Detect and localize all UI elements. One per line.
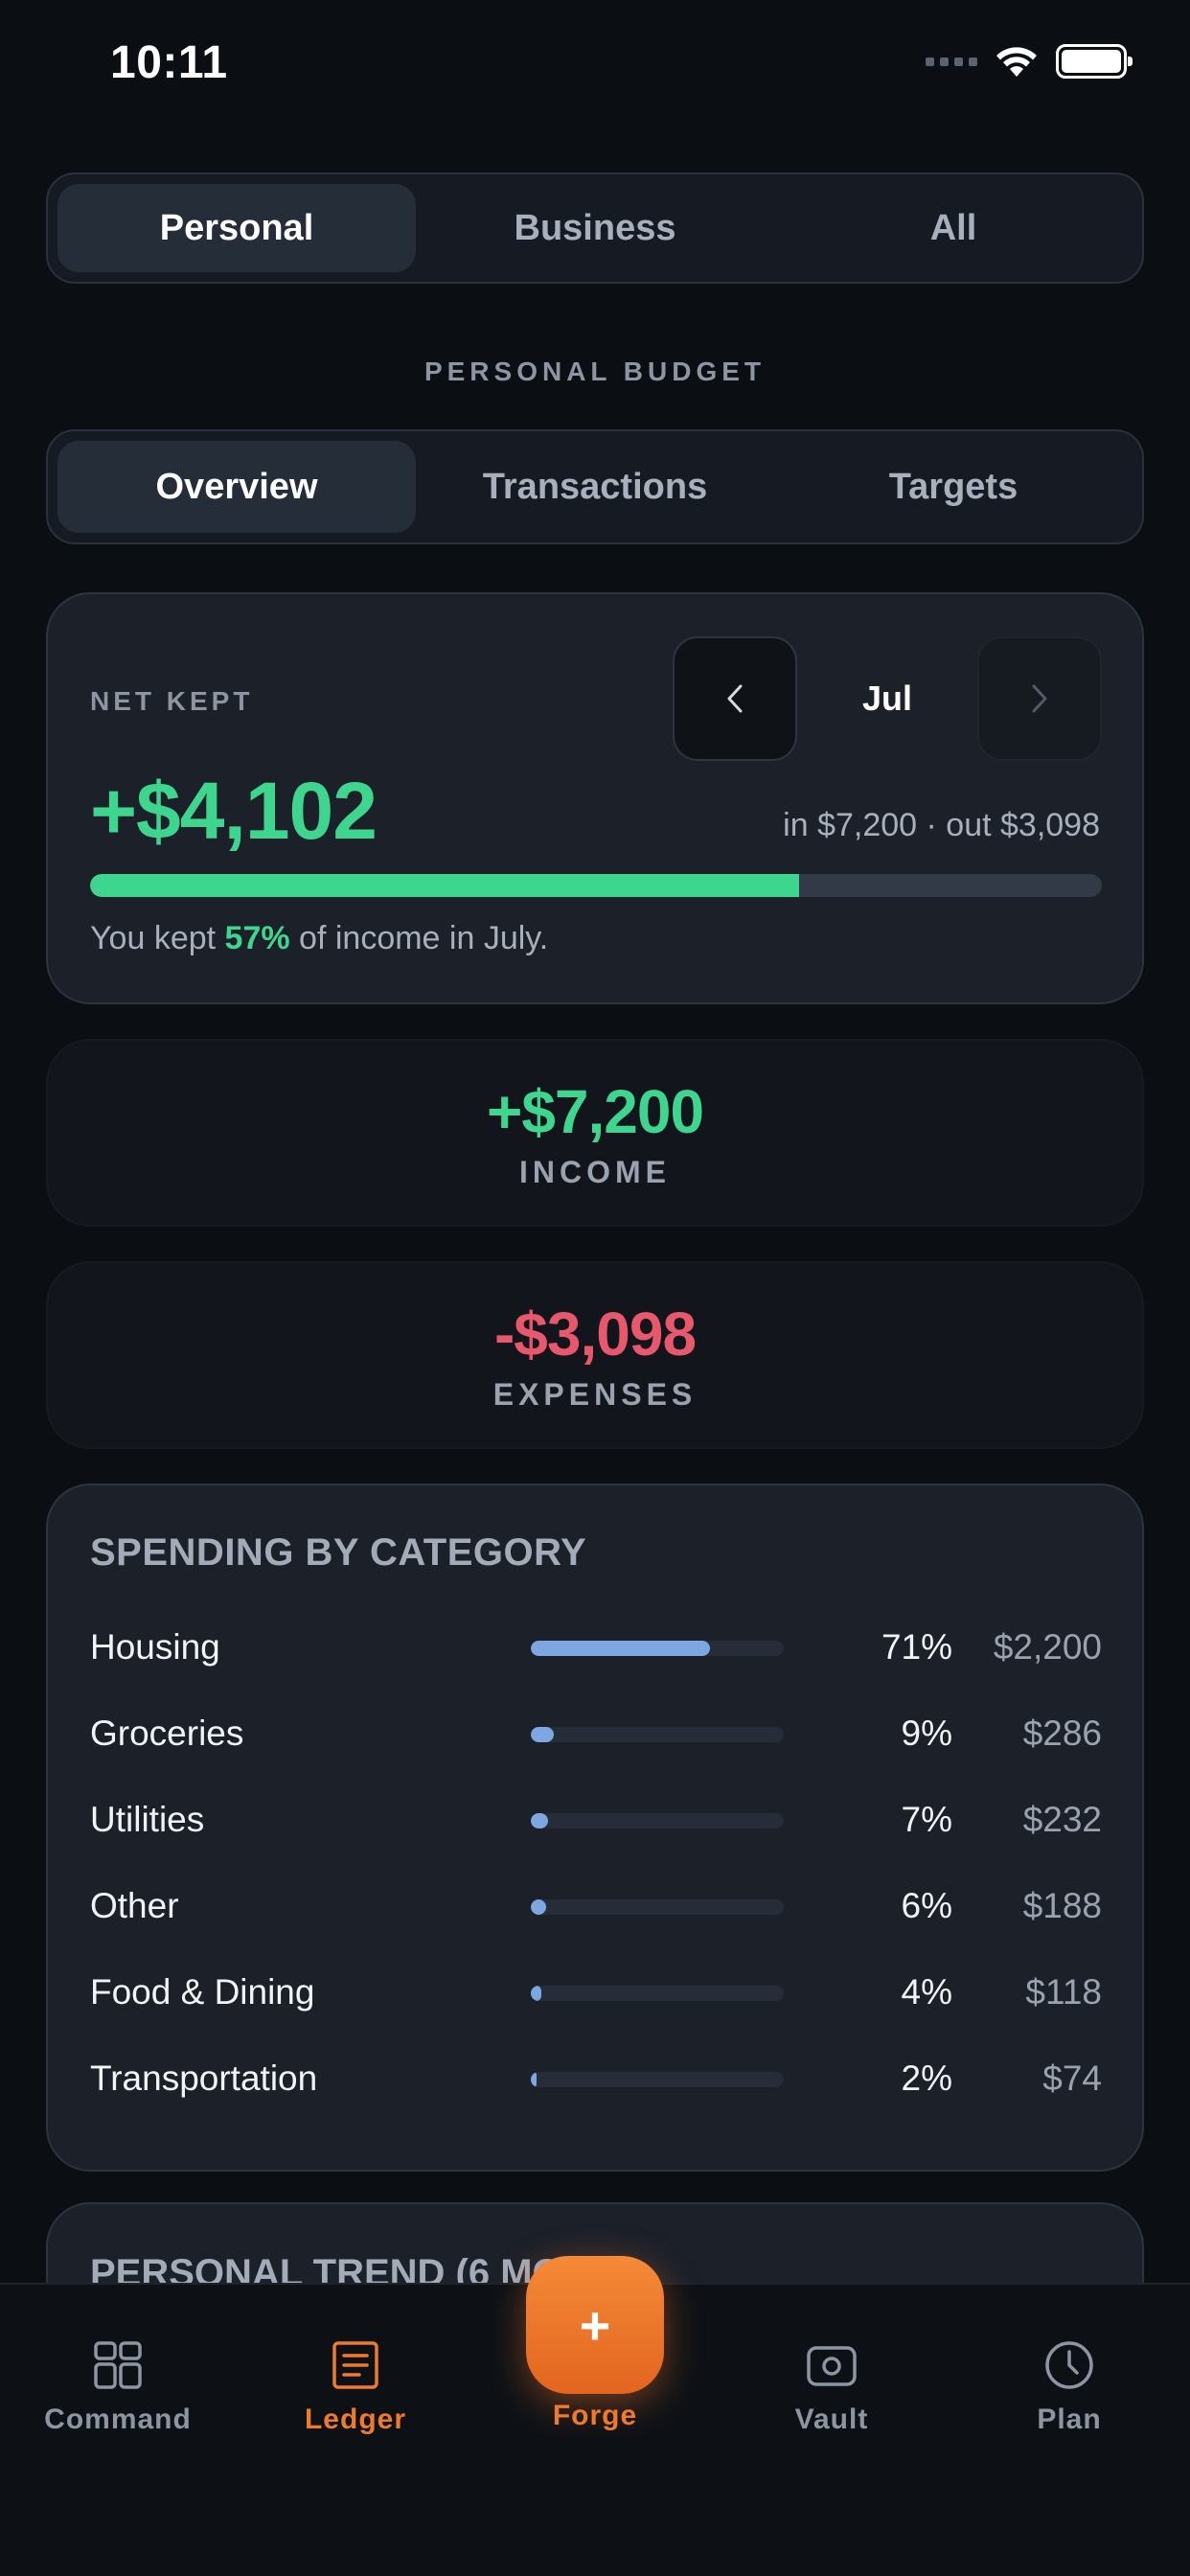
forge-label: Forge [552,2400,638,2431]
kept-progress-fill [90,874,800,897]
category-percent: 71% [881,1627,952,1667]
category-bar-fill [531,1899,546,1915]
net-in-out: in $7,200 · out $3,098 [783,807,1100,843]
status-time: 10:11 [110,37,228,88]
status-bar: 10:11 [0,0,1190,134]
next-month-button[interactable] [977,636,1102,761]
category-amount: $2,200 [993,1627,1102,1667]
tab-ledger[interactable]: Ledger [260,2338,451,2436]
expenses-card[interactable]: -$3,098 EXPENSES [46,1261,1144,1449]
category-percent: 4% [901,1972,952,2012]
section-label: PERSONAL BUDGET [423,356,767,386]
caption-suffix: of income in July. [289,920,549,956]
category-bar [531,1899,784,1915]
forge-button[interactable]: + [526,2256,664,2394]
expenses-value: -$3,098 [493,1299,697,1368]
prev-month-button[interactable] [673,636,797,761]
category-name: Food & Dining [90,1972,315,2012]
category-amount: $188 [1022,1886,1102,1925]
category-bar-fill [531,1727,554,1742]
clock-icon [1045,2341,1093,2389]
tab-business[interactable]: Business [416,184,774,272]
plus-icon: + [579,2294,611,2356]
category-amount: $118 [1025,1972,1102,2012]
spending-title: SPENDING BY CATEGORY [90,1531,587,1574]
category-bar [531,1986,784,2001]
view-segmented-control: Overview Transactions Targets [46,429,1144,544]
category-percent: 2% [901,2058,952,2098]
category-amount: $74 [1042,2058,1102,2098]
spending-row[interactable]: Utilities 7% $232 [90,1792,1102,1850]
spending-by-category-card: SPENDING BY CATEGORY Housing 71% $2,200 Gro… [46,1484,1144,2172]
tab-plan[interactable]: Plan [973,2338,1165,2436]
category-name: Housing [90,1627,220,1667]
spending-row[interactable]: Transportation 2% $74 [90,2051,1102,2108]
caption-percent: 57% [224,920,290,956]
net-caption: You kept 57% of income in July. [90,920,548,957]
income-label: INCOME [519,1154,671,1189]
income-value: +$7,200 [486,1076,704,1146]
tab-plan-label: Plan [1037,2404,1102,2435]
spending-row[interactable]: Housing 71% $2,200 [90,1620,1102,1677]
tab-personal[interactable]: Personal [57,184,416,272]
month-label: Jul [861,678,912,718]
vault-icon [807,2346,857,2386]
net-kept-value: +$4,102 [90,766,378,856]
category-bar-fill [531,2072,537,2087]
category-name: Transportation [90,2058,318,2098]
category-bar-fill [531,1641,711,1656]
tab-command[interactable]: Command [22,2338,214,2436]
tab-vault-label: Vault [794,2404,869,2435]
tab-ledger-label: Ledger [304,2404,407,2435]
signal-icon [926,57,977,66]
grid-icon [94,2341,142,2389]
scope-segmented-control: Personal Business All [46,172,1144,284]
ledger-icon [332,2341,378,2389]
category-bar [531,2072,784,2087]
tab-transactions[interactable]: Transactions [416,441,774,533]
expenses-label: EXPENSES [492,1376,698,1412]
spending-row[interactable]: Groceries 9% $286 [90,1706,1102,1763]
wifi-icon [996,47,1037,77]
tab-all[interactable]: All [774,184,1133,272]
spending-row[interactable]: Other 6% $188 [90,1878,1102,1936]
battery-icon [1056,44,1133,79]
category-name: Utilities [90,1800,205,1839]
spending-row[interactable]: Food & Dining 4% $118 [90,1965,1102,2022]
category-bar-fill [531,1986,541,2001]
status-icons [926,44,1133,79]
category-bar [531,1813,784,1828]
category-percent: 9% [901,1714,952,1753]
category-name: Groceries [90,1714,244,1753]
category-amount: $232 [1022,1800,1102,1839]
kept-progress-bar [90,874,1102,897]
net-kept-card: NET KEPT Jul +$4,102 in $7,200 · out $3,… [46,592,1144,1004]
caption-prefix: You kept [90,920,225,956]
category-bar [531,1727,784,1742]
category-percent: 6% [901,1886,952,1925]
tab-command-label: Command [44,2404,192,2435]
category-percent: 7% [901,1800,952,1839]
tab-vault[interactable]: Vault [736,2338,927,2436]
tab-overview[interactable]: Overview [57,441,416,533]
income-card[interactable]: +$7,200 INCOME [46,1039,1144,1227]
tab-targets[interactable]: Targets [774,441,1133,533]
category-bar-fill [531,1813,549,1828]
category-amount: $286 [1022,1714,1102,1753]
chevron-right-icon [1032,684,1047,713]
net-kept-label: NET KEPT [90,686,254,716]
category-name: Other [90,1886,179,1925]
category-bar [531,1641,784,1656]
chevron-left-icon [727,684,743,713]
